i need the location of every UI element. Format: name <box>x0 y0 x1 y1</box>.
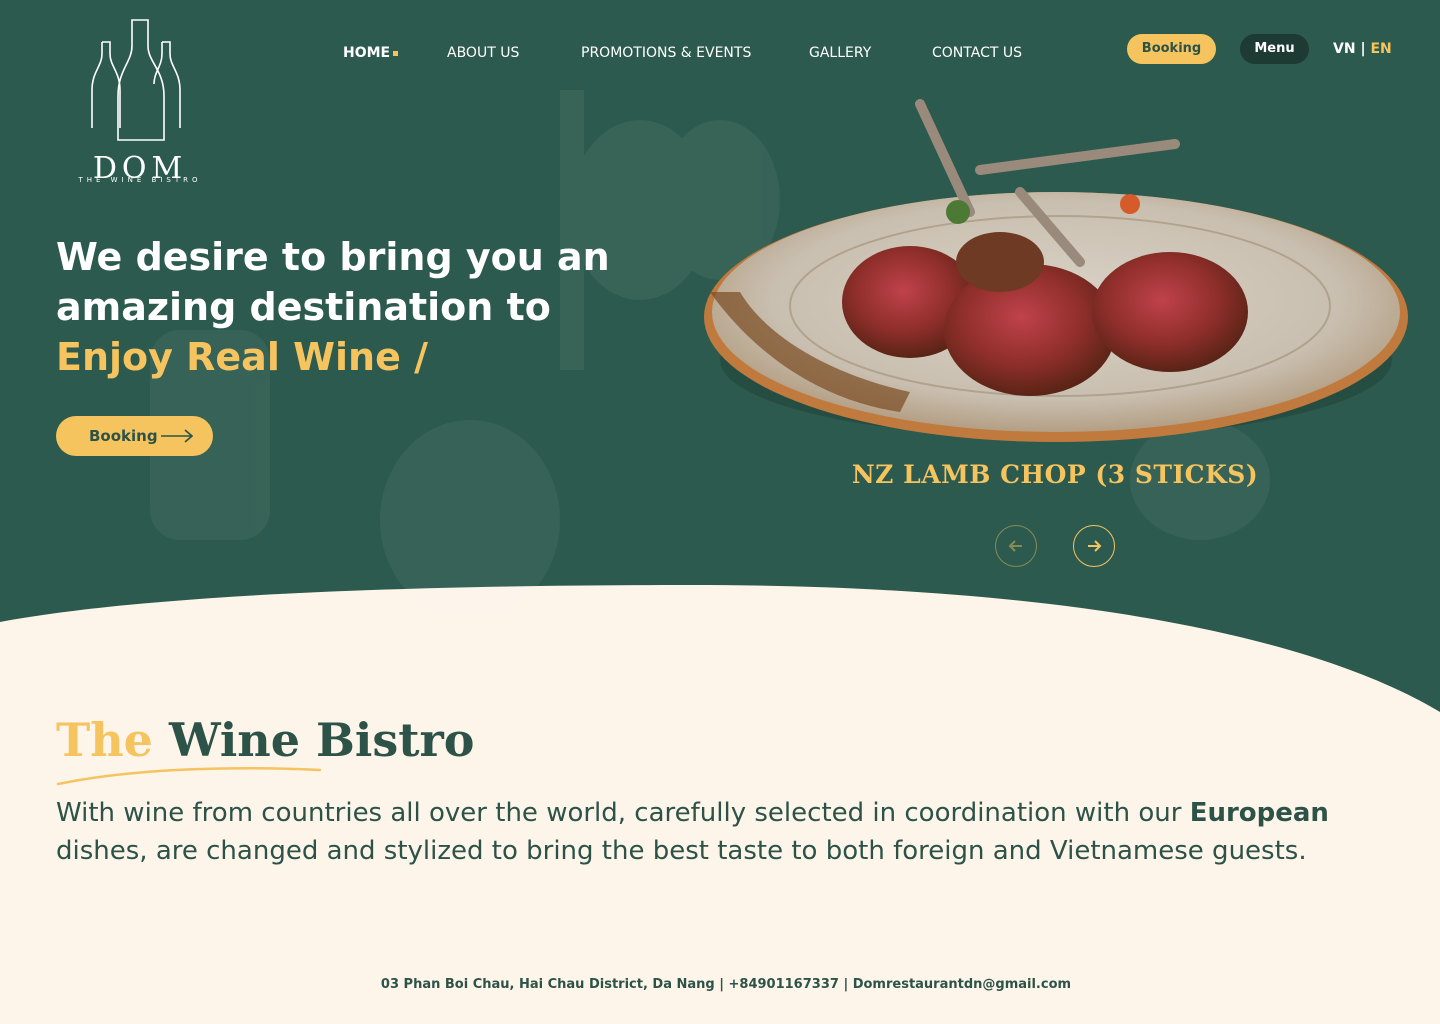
lang-separator: | <box>1360 41 1366 57</box>
carousel-prev-button[interactable] <box>995 525 1037 567</box>
hero-booking-label: Booking <box>89 427 158 445</box>
title-underline <box>56 766 322 786</box>
carousel-next-button[interactable] <box>1073 525 1115 567</box>
desc-highlight: European <box>1189 798 1329 828</box>
header-booking-button[interactable]: Booking <box>1127 34 1216 64</box>
arrow-right-icon <box>161 429 193 443</box>
active-indicator <box>393 51 399 56</box>
hero-booking-button[interactable]: Booking <box>56 416 213 456</box>
headline-accent: Enjoy Real Wine / <box>56 335 428 379</box>
nav-home-label: HOME <box>343 45 391 61</box>
arrow-right-icon <box>1088 540 1102 552</box>
nav-promotions-events[interactable]: PROMOTIONS & EVENTS <box>581 44 751 62</box>
header-menu-button[interactable]: Menu <box>1240 34 1309 64</box>
language-switcher: VN | EN <box>1333 40 1392 58</box>
nav-contact-us[interactable]: CONTACT US <box>932 44 1022 62</box>
wine-bottles-icon <box>91 19 181 141</box>
bistro-title-part-2: Wine Bistro <box>168 713 475 767</box>
hero-section: DOM THE WINE BISTRO HOME ABOUT US PROMOT… <box>0 0 1440 1024</box>
bistro-title-part-1: The <box>56 713 153 767</box>
main-nav: HOME ABOUT US PROMOTIONS & EVENTS GALLER… <box>0 44 1440 64</box>
nav-home[interactable]: HOME <box>343 44 399 62</box>
lang-en[interactable]: EN <box>1370 41 1391 57</box>
nav-about-us[interactable]: ABOUT US <box>447 44 519 62</box>
dish-name: NZ LAMB CHOP (3 STICKS) <box>851 460 1259 489</box>
bistro-title: The Wine Bistro <box>56 708 474 772</box>
bistro-description: With wine from countries all over the wo… <box>56 794 1346 870</box>
arrow-left-icon <box>1008 540 1022 552</box>
desc-part-2: dishes, are changed and stylized to brin… <box>56 836 1307 866</box>
dish-image <box>704 99 1408 442</box>
headline-line-1: We desire to bring you an <box>56 235 610 279</box>
nav-gallery[interactable]: GALLERY <box>809 44 871 62</box>
headline-line-2: amazing destination to <box>56 285 551 329</box>
brand-logo[interactable]: DOM THE WINE BISTRO <box>62 16 218 188</box>
desc-part-1: With wine from countries all over the wo… <box>56 798 1190 828</box>
lang-vn[interactable]: VN <box>1333 41 1356 57</box>
brand-tagline: THE WINE BISTRO <box>78 176 202 184</box>
hero-headline: We desire to bring you an amazing destin… <box>56 232 676 382</box>
contact-info: 03 Phan Boi Chau, Hai Chau District, Da … <box>380 977 1072 992</box>
